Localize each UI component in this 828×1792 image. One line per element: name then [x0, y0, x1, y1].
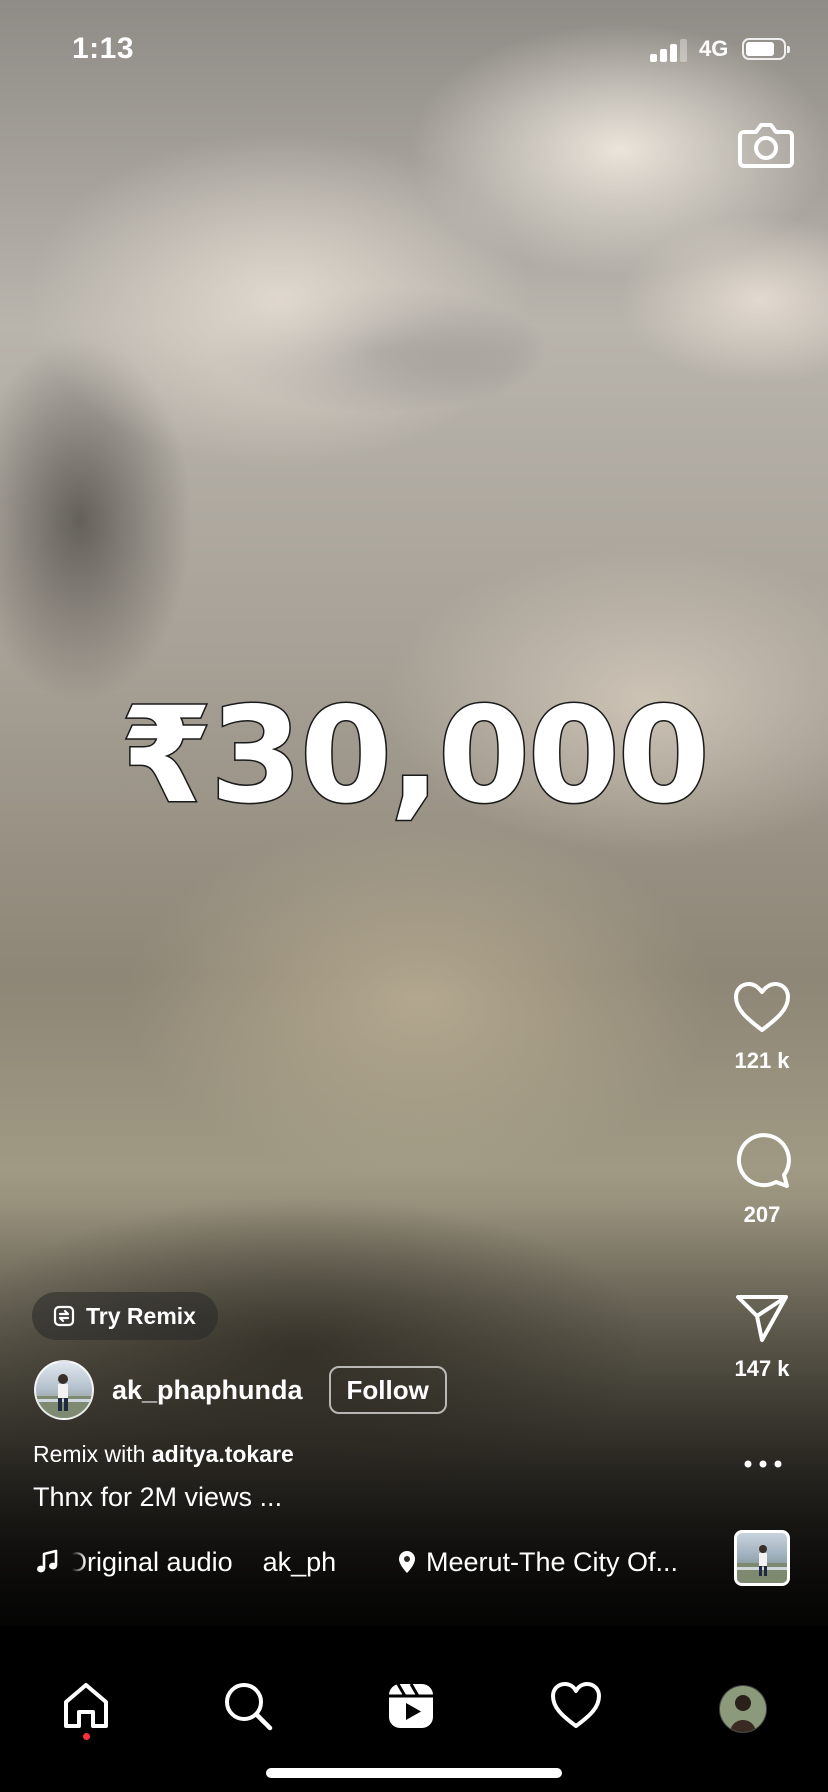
remix-with-user[interactable]: aditya.tokare — [152, 1441, 294, 1467]
tab-search[interactable] — [220, 1678, 280, 1738]
home-icon — [64, 1683, 108, 1728]
share-button[interactable]: 147 k — [712, 1292, 812, 1382]
try-remix-button[interactable]: Try Remix — [32, 1292, 218, 1340]
audio-track-name: Original audio — [72, 1546, 233, 1577]
share-count: 147 k — [734, 1356, 790, 1381]
tab-reels[interactable] — [384, 1678, 444, 1738]
follow-button[interactable]: Follow — [328, 1366, 447, 1414]
tab-home[interactable] — [58, 1678, 118, 1740]
location-pin-icon — [399, 1551, 415, 1573]
paper-plane-icon — [736, 1295, 788, 1342]
comment-bubble-icon — [736, 1133, 791, 1188]
status-bar: 1:13 4G — [0, 0, 828, 96]
heart-icon — [551, 1682, 601, 1728]
heart-icon — [734, 982, 790, 1032]
audio-thumbnail[interactable] — [734, 1530, 790, 1586]
network-type: 4G — [699, 36, 729, 61]
battery-icon — [742, 38, 790, 60]
search-icon — [225, 1683, 273, 1731]
location-link[interactable]: Meerut-The City Of... — [398, 1547, 678, 1578]
audio-artist: ak_ph — [262, 1546, 337, 1577]
remix-icon — [53, 1305, 75, 1327]
location-name: Meerut-The City Of... — [426, 1546, 679, 1577]
try-remix-label: Try Remix — [86, 1302, 196, 1329]
tab-activity[interactable] — [548, 1678, 608, 1738]
status-time: 1:13 — [72, 32, 135, 65]
like-count: 121 k — [734, 1048, 790, 1073]
comment-button[interactable]: 207 — [712, 1130, 812, 1228]
author-row: ak_phaphunda Follow — [34, 1358, 447, 1422]
profile-avatar — [719, 1685, 767, 1733]
more-horizontal-icon[interactable] — [741, 1454, 785, 1474]
tab-profile[interactable] — [712, 1678, 772, 1738]
author-username[interactable]: ak_phaphunda — [112, 1375, 303, 1406]
audio-row: Original audio ak_ph Meerut-The City Of..… — [36, 1544, 678, 1580]
video-overlay-text: ₹30,000 — [119, 679, 711, 833]
notification-dot — [83, 1733, 90, 1740]
home-indicator — [266, 1768, 562, 1778]
reels-screen: ₹30,000 1:13 4G 121 k 207 147 k Try Remi… — [0, 0, 828, 1792]
author-avatar[interactable] — [34, 1360, 94, 1420]
remix-with-line[interactable]: Remix with aditya.tokare — [33, 1441, 294, 1468]
remix-with-prefix: Remix with — [33, 1441, 146, 1467]
comment-count: 207 — [743, 1202, 781, 1227]
post-caption[interactable]: Thnx for 2M views ... — [33, 1482, 282, 1513]
cellular-signal-icon — [650, 38, 690, 62]
reels-icon — [389, 1683, 433, 1728]
camera-icon[interactable] — [736, 114, 796, 174]
audio-track-marquee[interactable]: Original audio ak_ph — [72, 1547, 372, 1578]
like-button[interactable]: 121 k — [712, 980, 812, 1074]
music-note-icon — [37, 1549, 58, 1573]
